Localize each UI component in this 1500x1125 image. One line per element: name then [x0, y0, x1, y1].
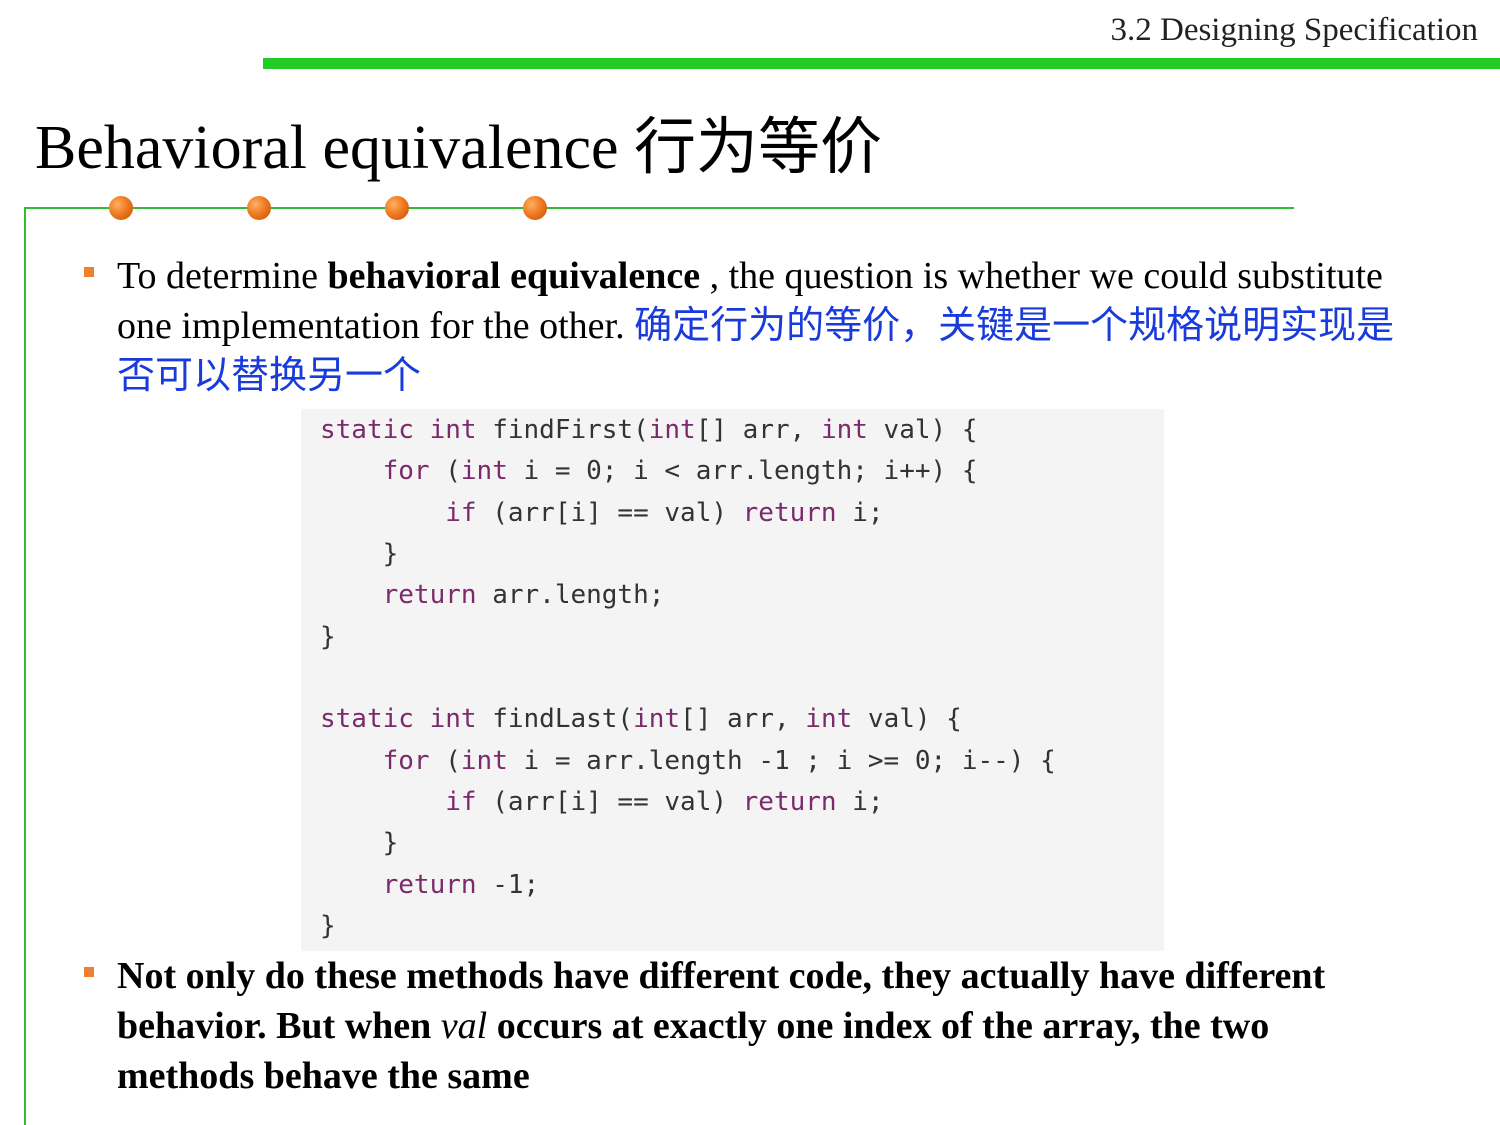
code-text: }: [320, 622, 336, 652]
code-line: }: [320, 826, 399, 860]
code-keyword: if: [445, 787, 477, 817]
code-line: if (arr[i] == val) return i;: [320, 785, 884, 819]
code-keyword: int: [805, 704, 853, 734]
bullet2-italic-val: val: [440, 1005, 488, 1047]
code-text: val) {: [852, 704, 962, 734]
bullet-paragraph-2: Not only do these methods have different…: [117, 951, 1407, 1101]
code-text: i;: [836, 787, 884, 817]
code-text: val) {: [867, 415, 978, 445]
code-text: -1;: [476, 870, 540, 900]
code-text: findLast(: [476, 704, 634, 734]
title-divider: [24, 207, 1294, 209]
code-line: }: [320, 909, 336, 943]
code-text: [] arr,: [680, 704, 806, 734]
bullet1-bold-term: behavioral equivalence: [327, 255, 701, 297]
section-label: 3.2 Designing Specification: [1110, 12, 1478, 48]
code-keyword: return: [382, 870, 477, 900]
code-keyword: static int: [320, 704, 477, 734]
bullet-marker-1: [84, 267, 94, 277]
code-line: for (int i = arr.length -1 ; i >= 0; i--…: [320, 744, 1056, 778]
bullet1-text: To determine: [117, 255, 328, 297]
code-keyword: return: [382, 580, 477, 610]
left-border-line: [24, 207, 26, 1125]
code-keyword: for: [382, 456, 430, 486]
code-keyword: int: [633, 704, 681, 734]
code-text: (arr[i] == val): [476, 498, 743, 528]
code-text: (: [429, 456, 461, 486]
code-keyword: return: [742, 498, 837, 528]
code-line: }: [320, 620, 336, 654]
code-line: return arr.length;: [320, 578, 665, 612]
code-text: }: [382, 539, 399, 569]
code-text: i;: [836, 498, 884, 528]
code-text: (arr[i] == val): [476, 787, 743, 817]
code-text: }: [382, 828, 399, 858]
code-text: i = 0; i < arr.length; i++) {: [507, 456, 978, 486]
code-text: (: [429, 746, 461, 776]
bullet-paragraph-1: To determine behavioral equivalence , th…: [117, 251, 1407, 401]
decorative-dot-2: [247, 196, 271, 220]
code-keyword: int: [648, 415, 696, 445]
code-keyword: int: [460, 746, 508, 776]
code-keyword: int: [820, 415, 868, 445]
header-accent-bar: [263, 58, 1500, 69]
code-line: static int findFirst(int[] arr, int val)…: [320, 413, 977, 447]
decorative-dot-1: [109, 196, 133, 220]
code-text: i = arr.length -1 ; i >= 0; i--) {: [507, 746, 1056, 776]
code-text: findFirst(: [476, 415, 649, 445]
code-line: for (int i = 0; i < arr.length; i++) {: [320, 454, 978, 488]
code-text: arr.length;: [476, 580, 665, 610]
code-line: static int findLast(int[] arr, int val) …: [320, 702, 962, 736]
code-text: [] arr,: [695, 415, 821, 445]
decorative-dot-3: [385, 196, 409, 220]
code-line: return -1;: [320, 868, 540, 902]
code-text: }: [320, 911, 336, 941]
code-line: }: [320, 537, 399, 571]
code-keyword: for: [382, 746, 430, 776]
code-keyword: return: [742, 787, 837, 817]
slide-title: Behavioral equivalence 行为等价: [35, 114, 883, 182]
code-keyword: if: [445, 498, 477, 528]
code-keyword: static int: [320, 415, 477, 445]
decorative-dot-4: [523, 196, 547, 220]
bullet-marker-2: [84, 967, 94, 977]
code-line: if (arr[i] == val) return i;: [320, 496, 884, 530]
code-keyword: int: [460, 456, 508, 486]
